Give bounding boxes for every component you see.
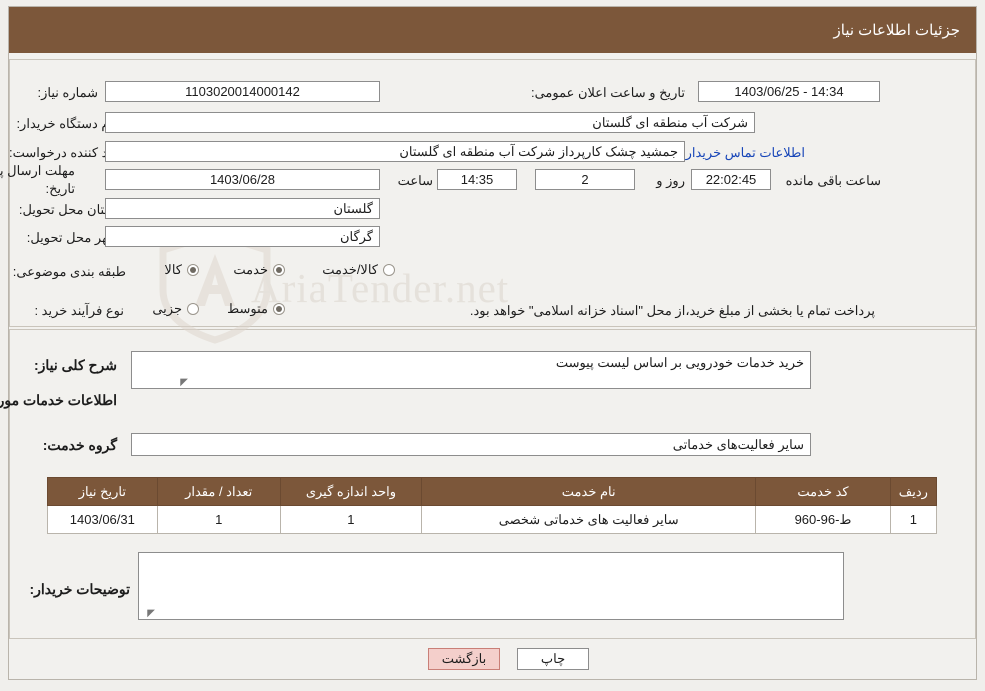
col-quantity: تعداد / مقدار bbox=[156, 477, 281, 506]
days-remaining-label: روز و bbox=[656, 173, 685, 188]
purchase-type-option-motevaset[interactable]: متوسط bbox=[227, 301, 285, 317]
buyer-org-value: شرکت آب منطقه ای گلستان bbox=[105, 112, 755, 133]
col-unit: واحد اندازه گیری bbox=[279, 477, 423, 506]
purchase-type-option-jozii[interactable]: جزیی bbox=[152, 301, 199, 317]
countdown-timer-label: ساعت باقی مانده bbox=[785, 173, 881, 188]
need-number-value: 1103020014000142 bbox=[105, 81, 380, 102]
window-titlebar: جزئیات اطلاعات نیاز bbox=[9, 7, 976, 53]
payment-note: پرداخت تمام یا بخشی از مبلغ خرید،از محل … bbox=[469, 303, 875, 318]
cell-date: 1403/06/31 bbox=[47, 505, 158, 534]
deadline-label-line2: تاریخ: bbox=[45, 181, 75, 196]
deadline-hour-value: 14:35 bbox=[437, 169, 517, 190]
summary-value[interactable]: خرید خدمات خودرویی بر اساس لیست پیوست bbox=[131, 351, 811, 389]
services-table: ردیف کد خدمت نام خدمت واحد اندازه گیری ت… bbox=[47, 477, 938, 534]
resize-grip-icon[interactable]: ◤ bbox=[146, 609, 155, 619]
col-date: تاریخ نیاز bbox=[47, 477, 158, 506]
category-option-kala[interactable]: کالا bbox=[164, 262, 199, 278]
category-option-khedmat[interactable]: خدمت bbox=[233, 262, 285, 278]
category-label: طبقه بندی موضوعی: bbox=[12, 264, 126, 279]
col-name: نام خدمت bbox=[421, 477, 757, 506]
announce-datetime-label: تاریخ و ساعت اعلان عمومی: bbox=[530, 85, 685, 100]
countdown-timer-value: 22:02:45 bbox=[691, 169, 771, 190]
radio-icon[interactable] bbox=[273, 264, 285, 276]
buyer-contact-link[interactable]: اطلاعات تماس خریدار bbox=[686, 145, 805, 161]
page-root: جزئیات اطلاعات نیاز AriaTender.net شماره… bbox=[0, 0, 985, 691]
category-option-khedmat-label: خدمت bbox=[233, 262, 268, 277]
days-remaining-value: 2 bbox=[535, 169, 635, 190]
category-option-kala-khedmat-label: کالا/خدمت bbox=[322, 262, 378, 277]
deadline-date-value: 1403/06/28 bbox=[105, 169, 380, 190]
back-button[interactable]: بازگشت bbox=[428, 648, 500, 670]
purchase-type-option-motevaset-label: متوسط bbox=[227, 301, 268, 316]
category-option-kala-label: کالا bbox=[164, 262, 182, 277]
cell-name: سایر فعالیت های خدماتی شخصی bbox=[421, 505, 757, 534]
category-option-kala-khedmat[interactable]: کالا/خدمت bbox=[322, 262, 395, 278]
city-value: گرگان bbox=[105, 226, 380, 247]
summary-label: شرح کلی نیاز: bbox=[33, 357, 117, 373]
buyer-notes-value[interactable] bbox=[138, 552, 844, 620]
deadline-label-line1: مهلت ارسال پاسخ: تا bbox=[0, 163, 75, 178]
col-row: ردیف bbox=[889, 477, 938, 506]
col-code: کد خدمت bbox=[755, 477, 891, 506]
announce-datetime-value: 14:34 - 1403/06/25 bbox=[698, 81, 880, 102]
cell-quantity: 1 bbox=[156, 505, 281, 534]
radio-icon[interactable] bbox=[187, 303, 199, 315]
need-number-label: شماره نیاز: bbox=[37, 85, 98, 100]
service-group-value: سایر فعالیت‌های خدماتی bbox=[131, 433, 811, 456]
table-header-row: ردیف کد خدمت نام خدمت واحد اندازه گیری ت… bbox=[47, 477, 938, 506]
service-group-label: گروه خدمت: bbox=[42, 437, 117, 453]
province-value: گلستان bbox=[105, 198, 380, 219]
buyer-notes-label: توضیحات خریدار: bbox=[29, 581, 130, 597]
table-row: 1 ط-96-960 سایر فعالیت های خدماتی شخصی 1… bbox=[47, 505, 938, 534]
purchase-type-label: نوع فرآیند خرید : bbox=[34, 303, 124, 318]
resize-grip-icon[interactable]: ◤ bbox=[179, 378, 188, 388]
radio-icon[interactable] bbox=[273, 303, 285, 315]
requester-value: جمشید چشک کارپرداز شرکت آب منطقه ای گلست… bbox=[105, 141, 685, 162]
cell-unit: 1 bbox=[279, 505, 423, 534]
province-label: استان محل تحویل: bbox=[18, 202, 119, 217]
radio-icon[interactable] bbox=[383, 264, 395, 276]
services-heading: اطلاعات خدمات مورد نیاز bbox=[0, 392, 117, 408]
buyer-org-label: نام دستگاه خریدار: bbox=[16, 116, 117, 131]
print-button[interactable]: چاپ bbox=[517, 648, 589, 670]
purchase-type-option-jozii-label: جزیی bbox=[152, 301, 182, 316]
page-title: جزئیات اطلاعات نیاز bbox=[833, 22, 961, 39]
cell-row: 1 bbox=[889, 505, 938, 534]
radio-icon[interactable] bbox=[187, 264, 199, 276]
deadline-hour-label: ساعت bbox=[397, 173, 433, 188]
cell-code: ط-96-960 bbox=[755, 505, 891, 534]
